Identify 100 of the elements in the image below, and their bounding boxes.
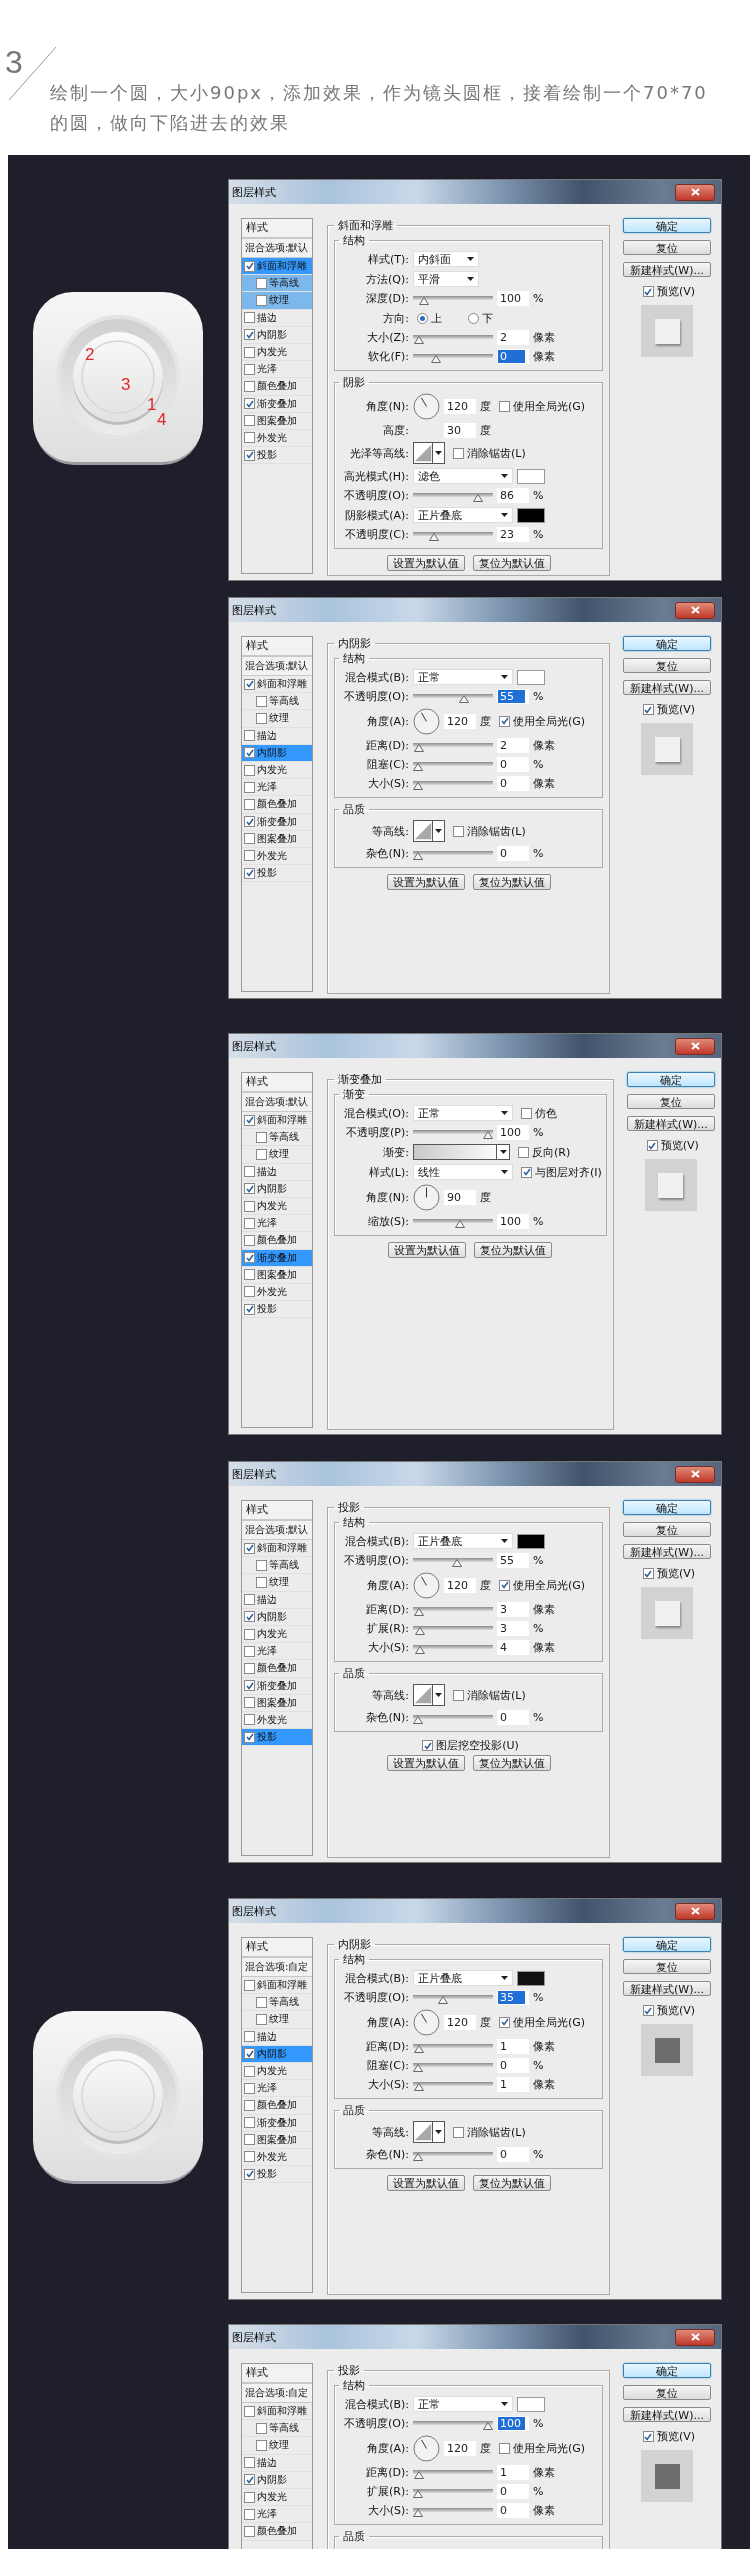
style-list-item[interactable]: 外发光 (242, 1283, 312, 1302)
checkbox[interactable] (244, 260, 255, 272)
slider-thumb[interactable] (413, 2063, 423, 2072)
dialog-button[interactable]: 确定 (626, 1072, 715, 1087)
checkbox[interactable] (244, 2168, 255, 2180)
value-field[interactable]: 0 (497, 2058, 529, 2073)
angle-dial[interactable] (413, 707, 440, 735)
checkbox[interactable] (642, 704, 654, 715)
value-field[interactable]: 1 (497, 2077, 529, 2092)
slider-thumb[interactable] (459, 694, 470, 703)
value-field[interactable]: 3 (497, 1602, 529, 1617)
slider-thumb[interactable] (415, 1645, 426, 1654)
style-list-item[interactable]: 外发光 (242, 847, 312, 866)
value-field[interactable]: 0 (497, 1710, 529, 1725)
slider-thumb[interactable] (413, 2470, 424, 2479)
contour-picker[interactable] (413, 2121, 445, 2143)
checkbox[interactable] (244, 398, 255, 410)
gradient-picker[interactable] (413, 1144, 510, 1160)
slider-thumb[interactable] (455, 1219, 465, 1228)
angle-dial[interactable] (413, 2434, 440, 2462)
close-button[interactable] (675, 2328, 715, 2346)
dialog-button[interactable]: 新建样式(W)... (623, 1544, 711, 1559)
style-list-item[interactable]: 内阴影 (242, 326, 312, 344)
defaults-button[interactable]: 复位为默认值 (472, 874, 551, 890)
angle-dial[interactable] (413, 2008, 440, 2036)
defaults-button[interactable]: 复位为默认值 (472, 1755, 551, 1771)
checkbox[interactable] (244, 1269, 255, 1281)
style-list-item[interactable]: 描边 (242, 727, 312, 745)
value-field[interactable]: 2 (497, 330, 529, 345)
style-list-item[interactable]: 内发光 (242, 761, 312, 780)
blend-options-item[interactable]: 混合选项:自定 (242, 1958, 312, 1977)
style-list-item[interactable]: 图案叠加 (242, 2131, 312, 2149)
checkbox[interactable] (256, 2439, 267, 2451)
checkbox[interactable] (244, 747, 255, 759)
defaults-button[interactable]: 设置为默认值 (386, 555, 465, 571)
style-list-item[interactable]: 内阴影 (242, 2471, 312, 2489)
blend-options-item[interactable]: 混合选项:默认 (242, 657, 312, 676)
style-list-item[interactable]: 等高线 (242, 2420, 312, 2438)
checkbox[interactable] (244, 833, 255, 845)
value-field[interactable]: 90 (444, 1189, 476, 1205)
style-list-item[interactable]: 颜色叠加 (242, 796, 312, 814)
style-list-item[interactable]: 渐变叠加 (242, 813, 312, 831)
checkbox[interactable] (244, 449, 255, 461)
blend-options-item[interactable]: 混合选项:默认 (242, 1093, 312, 1112)
checkbox[interactable] (521, 1166, 532, 1178)
slider-thumb[interactable] (413, 781, 423, 790)
dropdown[interactable]: 正常 (413, 669, 513, 685)
checkbox[interactable] (244, 867, 255, 879)
checkbox[interactable] (244, 2525, 255, 2537)
angle-dial[interactable] (413, 1183, 440, 1211)
style-list-item[interactable]: 投影 (242, 865, 312, 883)
style-list-item[interactable]: 内发光 (242, 2488, 312, 2507)
close-button[interactable] (675, 601, 715, 619)
value-field[interactable]: 0 (497, 757, 529, 772)
defaults-button[interactable]: 复位为默认值 (472, 555, 551, 571)
style-list-item[interactable]: 投影 (242, 1301, 312, 1319)
checkbox[interactable] (244, 1234, 255, 1246)
slider-thumb[interactable] (413, 1715, 423, 1724)
style-list-item[interactable]: 斜面和浮雕 (242, 676, 312, 694)
value-field[interactable]: 100 (497, 1125, 529, 1140)
dialog-button[interactable]: 复位 (623, 1959, 711, 1974)
checkbox[interactable] (256, 2422, 267, 2434)
checkbox[interactable] (244, 380, 255, 392)
checkbox[interactable] (642, 2431, 654, 2442)
value-field[interactable]: 100 (497, 291, 529, 306)
style-list-item[interactable]: 颜色叠加 (242, 1232, 312, 1250)
style-list-item[interactable]: 等高线 (242, 1129, 312, 1147)
close-button[interactable] (675, 1465, 715, 1483)
style-list-item[interactable]: 描边 (242, 2454, 312, 2472)
slider-thumb[interactable] (414, 335, 425, 344)
style-list-item[interactable]: 纹理 (242, 1574, 312, 1592)
style-list-item[interactable]: 光泽 (242, 1643, 312, 1661)
slider-thumb[interactable] (413, 2508, 423, 2517)
slider-thumb[interactable] (483, 1130, 493, 1139)
style-list-item[interactable]: 斜面和浮雕 (242, 1112, 312, 1130)
checkbox[interactable] (422, 1740, 434, 1751)
value-field[interactable]: 0 (497, 776, 529, 791)
dialog-button[interactable]: 新建样式(W)... (623, 1981, 711, 1996)
checkbox[interactable] (642, 2005, 654, 2016)
slider-thumb[interactable] (413, 851, 423, 860)
slider-thumb[interactable] (437, 1995, 448, 2004)
radio-button[interactable] (417, 312, 428, 324)
close-button[interactable] (675, 1902, 715, 1920)
radio-button[interactable] (468, 312, 479, 324)
slider-thumb[interactable] (451, 1558, 462, 1567)
checkbox[interactable] (244, 2508, 255, 2520)
style-list-item[interactable]: 斜面和浮雕 (242, 258, 312, 276)
style-list-item[interactable]: 描边 (242, 1591, 312, 1609)
style-list-item[interactable]: 渐变叠加 (242, 1677, 312, 1695)
value-field[interactable]: 100 (497, 2416, 529, 2431)
close-button[interactable] (675, 1037, 715, 1055)
style-list-item[interactable]: 渐变叠加 (242, 395, 312, 413)
checkbox[interactable] (518, 1146, 529, 1158)
dialog-button[interactable]: 确定 (623, 1500, 711, 1515)
slider-thumb[interactable] (472, 493, 483, 502)
blend-options-item[interactable]: 混合选项:默认 (242, 239, 312, 258)
checkbox[interactable] (499, 1579, 510, 1591)
checkbox[interactable] (256, 695, 267, 707)
style-list-item[interactable]: 内发光 (242, 1625, 312, 1644)
slider-thumb[interactable] (413, 2152, 423, 2161)
